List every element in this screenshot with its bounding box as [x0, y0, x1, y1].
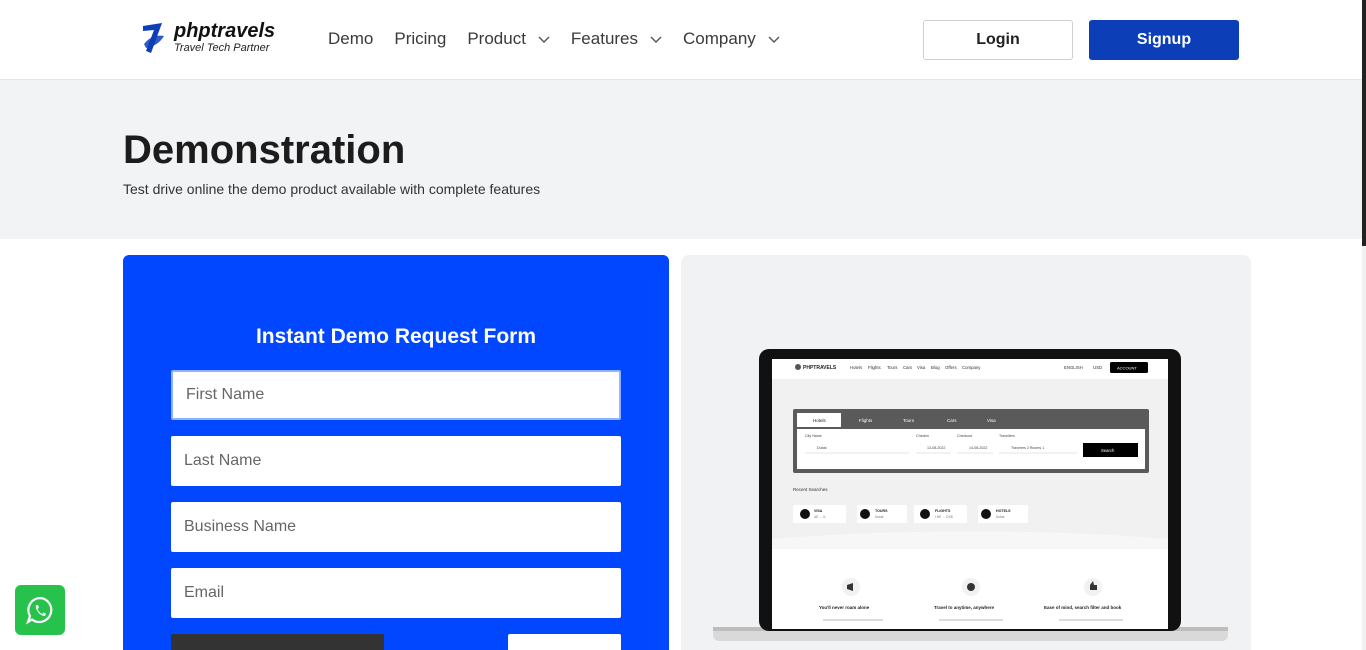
first-name-input[interactable] [171, 370, 621, 420]
preview-travellers-label: Travellers [999, 434, 1015, 438]
preview-recent-2-title: TOURS [875, 509, 888, 513]
nav-pricing-label: Pricing [394, 29, 447, 48]
product-preview-card: PHPTRAVELS Hotels Flights Tours Cars Vis… [681, 255, 1251, 650]
preview-travellers-value: Travelers 2 Rooms 1 [1011, 446, 1044, 450]
preview-currency: USD [1093, 365, 1102, 370]
preview-city-value: Dubai [817, 446, 827, 450]
last-name-input[interactable] [171, 436, 621, 486]
preview-city-label: City Name [805, 434, 822, 438]
preview-search-button: Search [1101, 448, 1115, 453]
preview-nav-offers: Offers [945, 365, 957, 370]
preview-checkout-label: Checkout [957, 434, 972, 438]
page-scrollbar[interactable] [1362, 0, 1366, 650]
preview-tab-cars: Cars [947, 418, 957, 423]
preview-checkin-value: 13-08-2022 [927, 446, 945, 450]
business-name-input[interactable] [171, 502, 621, 552]
captcha-input[interactable] [508, 634, 621, 650]
nav-product-label: Product [467, 29, 526, 48]
preview-language: ENGLISH [1064, 365, 1083, 370]
page-subtitle: Test drive online the demo product avail… [123, 181, 541, 197]
brand-logo[interactable]: phptravels Travel Tech Partner [140, 20, 275, 56]
nav-features[interactable]: Features [571, 28, 662, 50]
brand-tagline: Travel Tech Partner [174, 42, 270, 54]
preview-tab-flights: Flights [859, 418, 873, 423]
preview-recent-4-title: HOTELS [996, 509, 1011, 513]
preview-recent-3-title: FLIGHTS [935, 509, 951, 513]
svg-text:PHPTRAVELS: PHPTRAVELS [803, 365, 837, 371]
form-title: Instant Demo Request Form [255, 325, 537, 348]
preview-recent-4-sub: Dubai [996, 515, 1005, 519]
nav-demo[interactable]: Demo [328, 28, 373, 50]
email-input[interactable] [171, 568, 621, 618]
preview-recent-title: Recent Searches [793, 487, 828, 492]
signup-button[interactable]: Signup [1089, 20, 1239, 60]
site-header: phptravels Travel Tech Partner Demo Pric… [0, 0, 1362, 80]
preview-tab-hotels: Hotels [813, 418, 827, 423]
preview-nav-hotels: Hotels [850, 365, 862, 370]
preview-recent-3-sub: LHE → DXB [935, 515, 953, 519]
nav-company[interactable]: Company [683, 28, 780, 50]
preview-recent-1-sub: AE → IL [814, 515, 826, 519]
preview-nav-blog: Blog [931, 365, 940, 370]
chevron-down-icon [768, 36, 780, 43]
chevron-down-icon [538, 36, 550, 43]
brand-logo-icon [143, 23, 164, 53]
login-button[interactable]: Login [923, 20, 1073, 60]
hero-section: Demonstration Test drive online the demo… [0, 80, 1362, 239]
brand-name: phptravels [174, 20, 276, 42]
whatsapp-icon [25, 596, 53, 625]
preview-recent-1-title: VISA [814, 509, 823, 513]
page-title: Demonstration [123, 128, 406, 172]
preview-nav-company: Company [962, 365, 981, 370]
nav-features-label: Features [570, 29, 639, 48]
whatsapp-button[interactable] [15, 585, 65, 635]
preview-nav-visa: Visa [917, 365, 926, 370]
chevron-down-icon [650, 36, 662, 43]
laptop-preview-image: PHPTRAVELS Hotels Flights Tours Cars Vis… [713, 349, 1228, 641]
demo-request-form: Instant Demo Request Form [123, 255, 669, 650]
nav-product[interactable]: Product [467, 28, 550, 50]
preview-checkout-value: 14-08-2022 [969, 446, 987, 450]
preview-checkin-label: Checkin [916, 434, 929, 438]
preview-tab-tours: Tours [903, 418, 915, 423]
main-nav: Demo Pricing Product Features Company [328, 28, 801, 50]
nav-pricing[interactable]: Pricing [394, 28, 446, 50]
preview-tab-visa: Visa [987, 418, 996, 423]
captcha-display [171, 634, 384, 650]
preview-account: ACCOUNT [1117, 366, 1137, 371]
preview-nav-cars: Cars [903, 365, 912, 370]
preview-feature-2: Travel to anytime, anywhere [934, 605, 995, 610]
preview-feature-1: You'll never roam alone [819, 605, 870, 610]
scrollbar-thumb[interactable] [1362, 0, 1366, 246]
preview-feature-3: Ease of mind, search filter and book [1044, 605, 1122, 610]
preview-recent-2-sub: Dubai [875, 515, 884, 519]
preview-nav-flights: Flights [868, 365, 881, 370]
nav-company-label: Company [683, 29, 756, 48]
preview-nav-tours: Tours [887, 365, 898, 370]
nav-demo-label: Demo [328, 29, 374, 48]
